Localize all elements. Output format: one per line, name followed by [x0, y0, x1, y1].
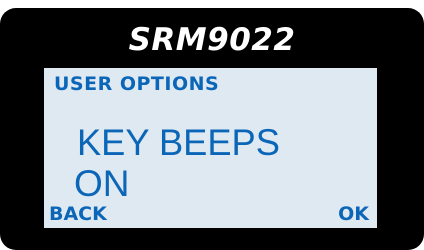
model-name: SRM9022	[128, 22, 296, 58]
ok-softkey[interactable]: OK	[338, 203, 369, 225]
lcd-display: USER OPTIONS KEY BEEPS ON BACK OK	[44, 68, 377, 228]
radio-device-bezel: SRM9022 USER OPTIONS KEY BEEPS ON BACK O…	[0, 8, 424, 250]
menu-title: USER OPTIONS	[54, 73, 220, 95]
back-softkey[interactable]: BACK	[49, 203, 107, 225]
setting-value: ON	[74, 163, 130, 204]
setting-name: KEY BEEPS	[77, 122, 280, 163]
